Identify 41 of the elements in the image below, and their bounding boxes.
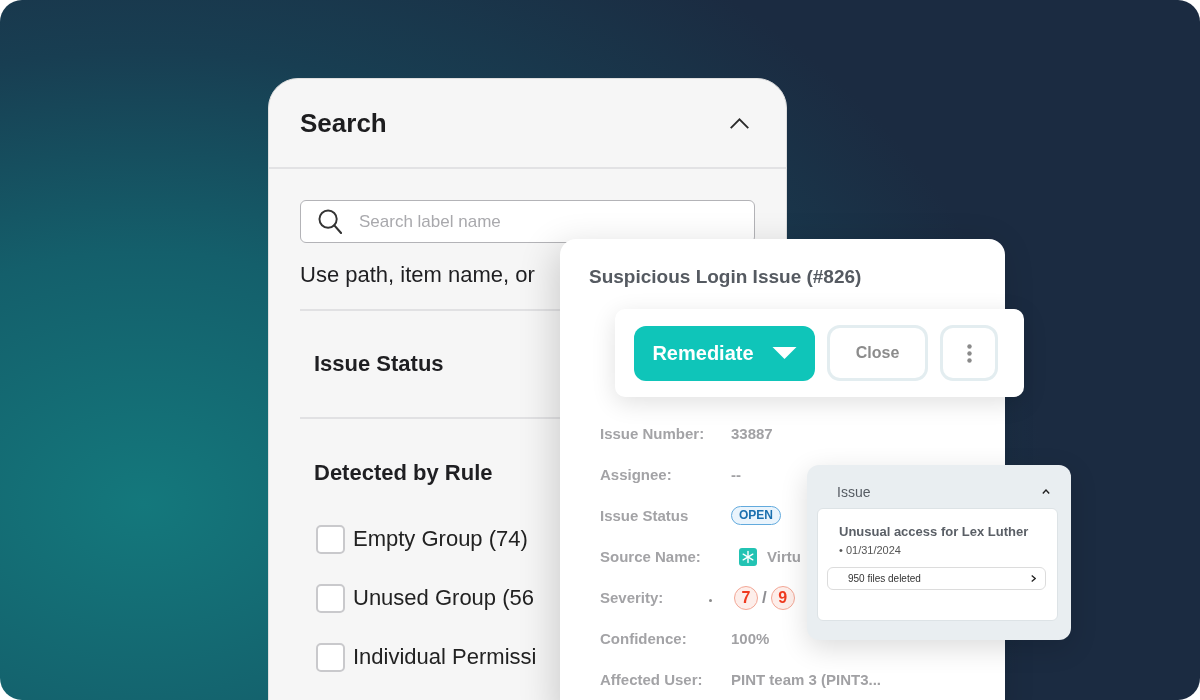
detail-value: 33887 (731, 425, 773, 442)
detail-label: Confidence: (600, 630, 687, 647)
hint-text: Use path, item name, or (300, 262, 535, 288)
detail-value: PINT team 3 (PINT3... (731, 671, 882, 688)
vertical-dots-icon (966, 343, 972, 363)
section-title[interactable]: Detected by Rule (314, 459, 493, 487)
dot-icon (709, 599, 712, 602)
section-title[interactable]: Issue Status (314, 350, 444, 378)
checkbox[interactable] (316, 583, 345, 613)
option-label: Unused Group (56 (353, 585, 534, 611)
checkbox[interactable] (316, 642, 345, 672)
chevron-up-icon[interactable] (729, 117, 750, 129)
checkbox[interactable] (316, 524, 345, 554)
detail-value: 100% (731, 630, 770, 647)
severity-score: 9 (770, 585, 795, 610)
detail-label: Affected User: (600, 671, 703, 688)
detail-value: Virtu (767, 548, 801, 565)
entry-date: • 01/31/2024 (839, 543, 901, 558)
detail-label: Issue Status (600, 507, 689, 524)
score-separator: / (762, 587, 767, 608)
chevron-up-icon[interactable] (1042, 489, 1050, 494)
detail-label: Source Name: (600, 548, 701, 565)
popup-title: Issue (837, 484, 871, 501)
caret-down-icon (771, 347, 797, 359)
search-icon (318, 209, 342, 234)
option-label: Empty Group (74) (353, 526, 528, 552)
asterisk-icon (739, 547, 757, 566)
chevron-right-icon (1031, 575, 1036, 582)
status-badge: OPEN (731, 506, 781, 525)
severity-score: 7 (734, 585, 758, 610)
option-label: Individual Permissi (353, 644, 537, 670)
detail-value: -- (731, 466, 741, 483)
detail-label: Severity: (600, 589, 664, 606)
search-field[interactable]: Search label name (300, 200, 755, 243)
card-title: Suspicious Login Issue (#826) (588, 265, 863, 288)
detail-label: Issue Number: (600, 425, 705, 442)
detail-label: Assignee: (600, 466, 672, 483)
more-options-button[interactable] (940, 325, 998, 381)
detail-row[interactable]: 950 files deleted (827, 567, 1046, 590)
panel-title: Search (300, 107, 387, 139)
entry-title: Unusual access for Lex Luther (839, 523, 1029, 541)
